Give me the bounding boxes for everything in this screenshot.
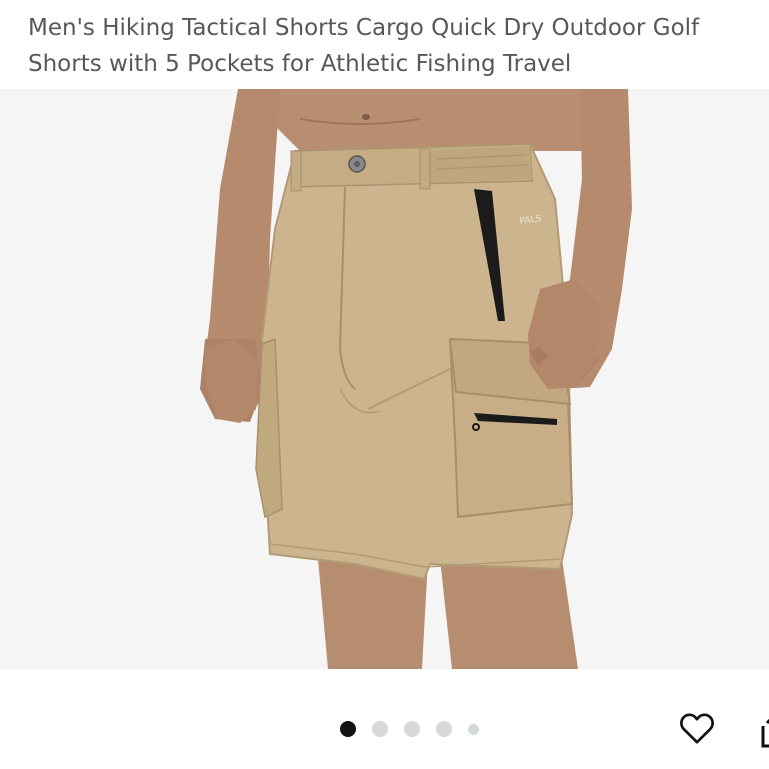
carousel-dot-2[interactable] xyxy=(372,721,388,737)
torso xyxy=(238,89,618,151)
heart-outline-icon[interactable] xyxy=(675,706,719,750)
image-carousel-indicator xyxy=(340,720,495,738)
share-icon[interactable] xyxy=(755,712,769,752)
carousel-dot-1[interactable] xyxy=(340,721,356,737)
product-image[interactable]: PALS xyxy=(0,89,769,669)
carousel-dot-4[interactable] xyxy=(436,721,452,737)
carousel-dot-5[interactable] xyxy=(468,723,479,735)
product-title: Men's Hiking Tactical Shorts Cargo Quick… xyxy=(28,15,700,77)
right-leg xyxy=(440,559,578,669)
carousel-dot-3[interactable] xyxy=(404,721,420,737)
